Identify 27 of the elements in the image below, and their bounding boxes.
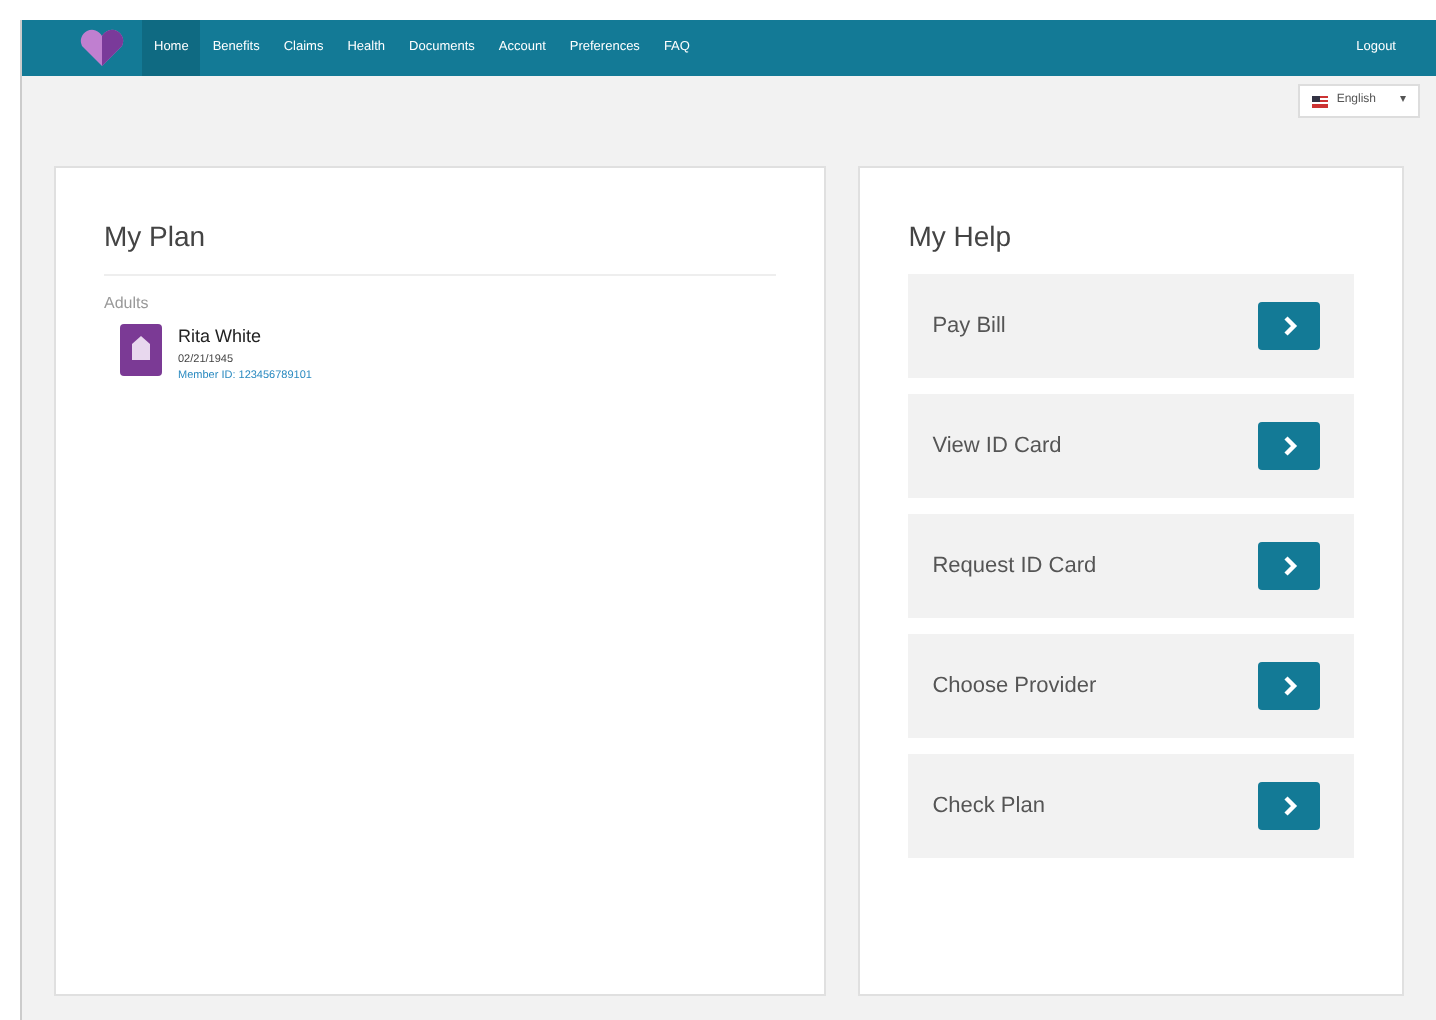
member-card-icon [120, 324, 162, 376]
go-button[interactable] [1258, 662, 1320, 710]
flag-icon [1312, 95, 1329, 107]
panel-title: My Help [908, 218, 1014, 256]
help-item[interactable]: Request ID Card [908, 514, 1354, 618]
help-label: Request ID Card [932, 551, 1097, 582]
member-name: Rita White [178, 324, 264, 350]
help-item[interactable]: Pay Bill [908, 274, 1354, 378]
chevron-right-icon [1281, 676, 1297, 696]
chevron-right-icon [1281, 556, 1297, 576]
help-item[interactable]: Check Plan [908, 754, 1354, 858]
help-label: View ID Card [932, 431, 1062, 462]
go-button[interactable] [1258, 422, 1320, 470]
go-button[interactable] [1258, 302, 1320, 350]
chevron-right-icon [1281, 316, 1297, 336]
help-item[interactable]: View ID Card [908, 394, 1354, 498]
chevron-right-icon [1281, 436, 1297, 456]
help-label: Pay Bill [932, 311, 1006, 342]
chevron-right-icon [1281, 796, 1297, 816]
go-button[interactable] [1258, 542, 1320, 590]
help-label: Choose Provider [932, 671, 1097, 702]
help-label: Check Plan [932, 791, 1045, 822]
heart-logo-icon [78, 28, 126, 68]
help-item[interactable]: Choose Provider [908, 634, 1354, 738]
panel-title: My Plan [104, 216, 777, 276]
go-button[interactable] [1258, 782, 1320, 830]
group-label: Adults [104, 292, 151, 316]
